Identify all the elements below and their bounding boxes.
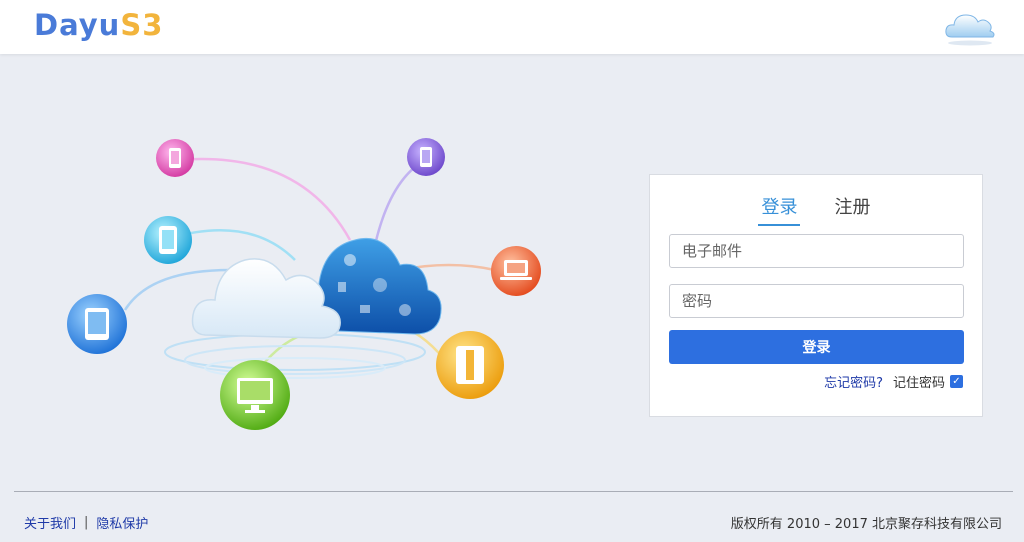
login-panel: 登录 注册 登录 忘记密码? 记住密码 ✓: [649, 174, 983, 417]
book-icon: [436, 331, 504, 399]
login-button[interactable]: 登录: [669, 330, 964, 364]
hero-illustration: [50, 120, 570, 440]
copyright-text: 版权所有 2010 – 2017 北京聚存科技有限公司: [730, 517, 1002, 532]
laptop-icon: [491, 246, 541, 296]
tab-register[interactable]: 注册: [832, 193, 874, 224]
privacy-link[interactable]: 隐私保护: [96, 513, 148, 532]
check-icon: ✓: [952, 376, 961, 387]
remember-password-checkbox[interactable]: ✓: [950, 375, 963, 388]
login-options: 忘记密码? 记住密码 ✓: [824, 372, 963, 391]
top-bar: DayuS3: [0, 0, 1024, 54]
password-field[interactable]: [669, 284, 964, 318]
footer-links: 关于我们 | 隐私保护: [24, 513, 148, 532]
logo-text-s3: S3: [120, 8, 164, 42]
auth-tabs: 登录 注册: [650, 193, 982, 226]
smartphone-icon: [407, 138, 445, 176]
logo-text-dayu: Dayu: [34, 8, 121, 42]
email-field[interactable]: [669, 234, 964, 268]
footer-divider: [14, 491, 1013, 492]
forgot-password-link[interactable]: 忘记密码?: [824, 372, 883, 391]
remember-password-label: 记住密码: [892, 376, 945, 391]
footer-separator: |: [84, 515, 89, 530]
smartphone-icon: [156, 139, 194, 177]
tablet-icon: [144, 216, 192, 264]
dayus3-logo[interactable]: DayuS3: [34, 8, 163, 42]
about-us-link[interactable]: 关于我们: [24, 513, 76, 532]
tablet-icon: [67, 294, 127, 354]
monitor-icon: [220, 360, 290, 430]
tab-login[interactable]: 登录: [758, 193, 801, 226]
cloud-icon[interactable]: [942, 6, 998, 48]
